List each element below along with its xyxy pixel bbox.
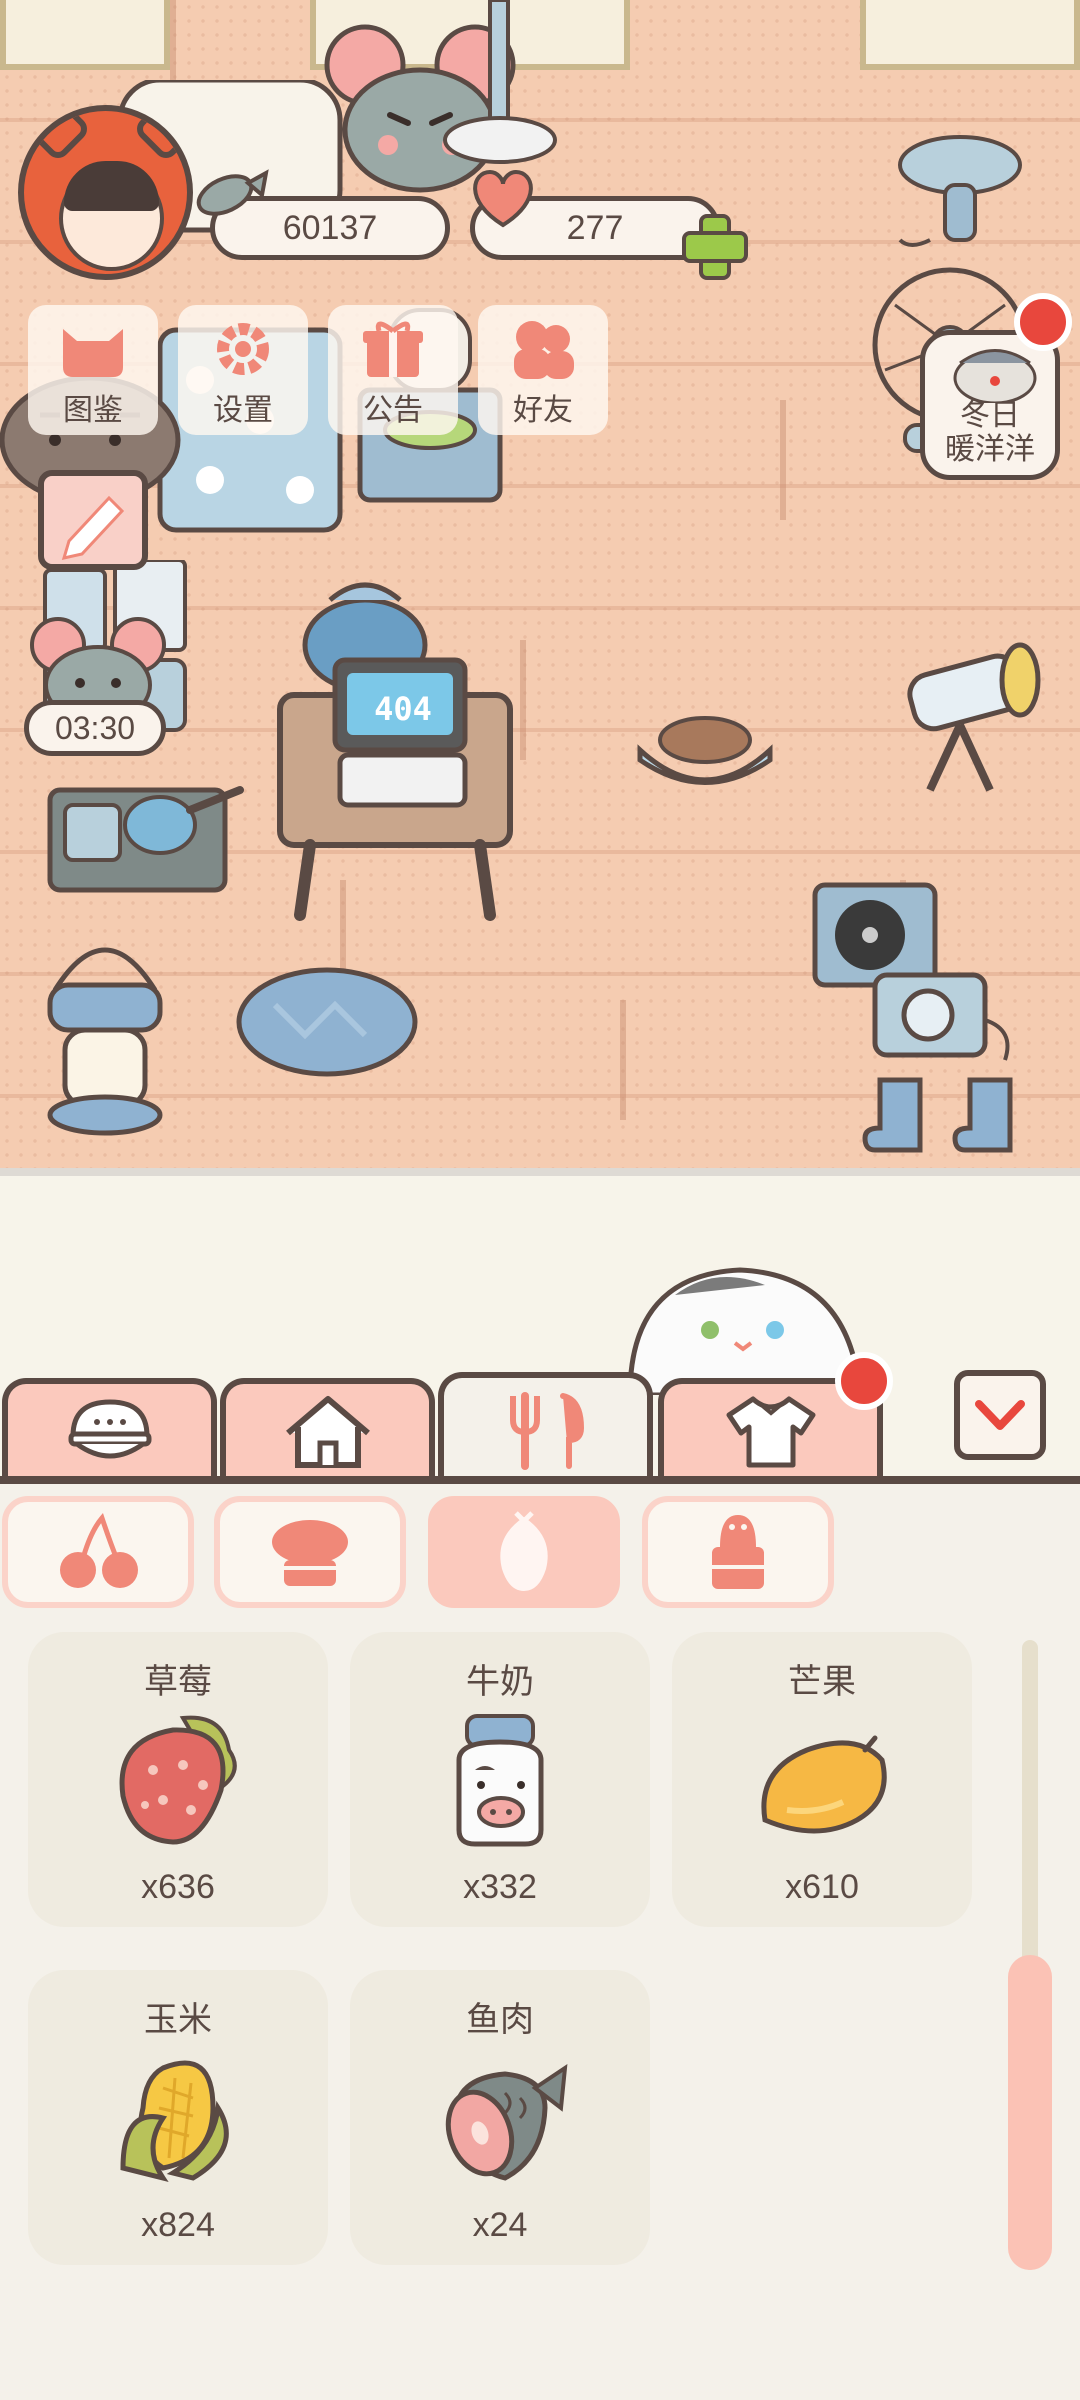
filter-dessert[interactable] xyxy=(214,1496,406,1608)
lamp-stand[interactable] xyxy=(430,0,570,170)
heart-currency-value: 277 xyxy=(566,208,624,247)
event-label-line2: 暖洋洋 xyxy=(945,433,1035,466)
item-card-fish[interactable]: 鱼肉 x24 xyxy=(350,1970,650,2265)
tab-food[interactable] xyxy=(438,1372,653,1482)
tab-house[interactable] xyxy=(220,1378,435,1478)
tab-bar-baseline xyxy=(0,1476,1080,1484)
menu-collection-label: 图鉴 xyxy=(63,394,123,427)
friends-icon xyxy=(507,317,579,381)
menu-collection-button[interactable]: 图鉴 xyxy=(28,305,158,435)
item-card-strawberry[interactable]: 草莓 x636 xyxy=(28,1632,328,1927)
edit-room-button[interactable] xyxy=(38,470,148,570)
menu-settings-button[interactable]: 设置 xyxy=(178,305,308,435)
gear-icon xyxy=(207,317,279,381)
item-card-corn[interactable]: 玉米 x824 xyxy=(28,1970,328,2265)
item-quantity: x24 xyxy=(472,2206,528,2244)
avatar-ear-right xyxy=(132,111,187,163)
item-quantity: x332 xyxy=(463,1868,537,1906)
item-name: 鱼肉 xyxy=(466,2001,534,2039)
jar-icon xyxy=(712,1515,764,1589)
mango-icon xyxy=(761,1735,887,1834)
corn-icon xyxy=(120,2060,229,2182)
item-quantity: x636 xyxy=(141,1868,215,1906)
item-name: 芒果 xyxy=(788,1663,856,1701)
utensils-icon xyxy=(509,1392,584,1470)
menu-notice-label: 公告 xyxy=(363,394,423,427)
floor-seam xyxy=(780,400,786,520)
event-notification-dot xyxy=(1014,293,1072,351)
filter-fruit[interactable] xyxy=(2,1496,194,1608)
player-avatar[interactable] xyxy=(18,105,193,280)
blue-rug[interactable] xyxy=(235,965,420,1080)
pencil-icon xyxy=(61,495,125,561)
rain-boots[interactable] xyxy=(860,1075,1040,1170)
computer-screen-text: 404 xyxy=(374,690,432,728)
clothes-tab-notification-dot xyxy=(835,1352,893,1410)
fish-meat-icon xyxy=(445,2063,568,2181)
countdown-timer: 03:30 xyxy=(24,700,166,756)
inventory-scrollbar-thumb[interactable] xyxy=(1008,1955,1052,2270)
house-icon xyxy=(285,1396,370,1468)
heart-icon xyxy=(473,170,533,228)
strawberry-icon xyxy=(119,1715,237,1845)
seed-icon xyxy=(500,1511,548,1591)
item-name: 草莓 xyxy=(144,1663,212,1701)
collapse-panel-button[interactable] xyxy=(954,1370,1046,1460)
food-bowl-icon xyxy=(68,1399,151,1459)
filter-seasoning[interactable] xyxy=(642,1496,834,1608)
hair-dryer[interactable] xyxy=(890,130,1030,260)
chevron-down-icon xyxy=(975,1400,1025,1430)
cherry-icon xyxy=(60,1513,138,1588)
camera[interactable] xyxy=(870,960,1020,1080)
cat-head-icon xyxy=(57,317,129,381)
gift-icon xyxy=(357,317,429,381)
food-bowl[interactable] xyxy=(635,695,775,795)
item-card-mango[interactable]: 芒果 x610 xyxy=(672,1632,972,1927)
milk-icon xyxy=(456,1714,544,1847)
item-quantity: x610 xyxy=(785,1868,859,1906)
fish-icon xyxy=(196,169,269,216)
fish-currency-value: 60137 xyxy=(282,208,378,247)
add-hearts-button[interactable] xyxy=(680,212,748,280)
menu-notice-button[interactable]: 公告 xyxy=(328,305,458,435)
filter-ingredient[interactable] xyxy=(428,1496,620,1608)
menu-friends-button[interactable]: 好友 xyxy=(478,305,608,435)
item-name: 玉米 xyxy=(144,2001,212,2039)
avatar-hair xyxy=(64,161,159,211)
event-label-line1: 冬日 xyxy=(960,399,1020,432)
shirt-icon xyxy=(726,1396,815,1468)
timer-text: 03:30 xyxy=(54,709,136,746)
item-card-milk[interactable]: 牛奶 x332 xyxy=(350,1632,650,1927)
winter-event-button[interactable]: 冬日 暖洋洋 xyxy=(920,330,1060,480)
seal-icon xyxy=(953,349,1037,403)
cooking-stove[interactable] xyxy=(45,780,245,900)
lantern[interactable] xyxy=(40,930,170,1140)
window-left xyxy=(0,0,170,70)
cake-icon xyxy=(272,1520,348,1586)
tab-food-bowl[interactable] xyxy=(2,1378,217,1478)
scene-divider xyxy=(0,1168,1080,1176)
menu-settings-label: 设置 xyxy=(213,394,273,427)
telescope[interactable] xyxy=(890,640,1050,800)
floor-seam xyxy=(620,1000,626,1120)
item-quantity: x824 xyxy=(141,2206,215,2244)
menu-friends-label: 好友 xyxy=(513,394,573,427)
peeking-cat[interactable] xyxy=(625,1265,865,1395)
floor-seam xyxy=(520,640,526,760)
item-name: 牛奶 xyxy=(466,1663,534,1701)
window-right xyxy=(860,0,1080,70)
